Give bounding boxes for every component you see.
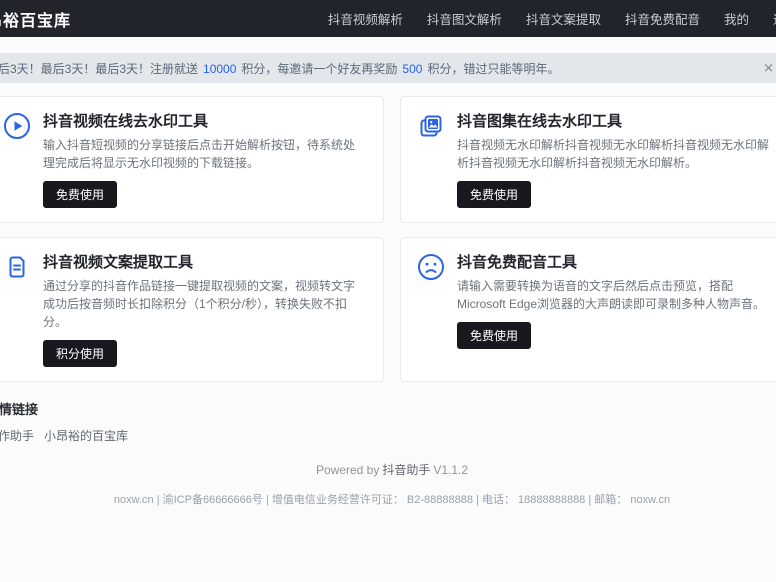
card-title: 抖音免费配音工具 [457, 254, 578, 271]
card-image-watermark: 抖音图集在线去水印工具 抖音视频无水印解析抖音视频无水印解析抖音视频无水印解析抖… [400, 96, 776, 223]
free-use-button[interactable]: 免费使用 [457, 322, 532, 349]
tool-card-grid: 抖音视频在线去水印工具 输入抖音短视频的分享链接后点击开始解析按钮，待系统处理完… [0, 96, 776, 382]
powered-by-app-link[interactable]: 抖音助手 [382, 463, 430, 477]
nav-item-free-dub[interactable]: 抖音免费配音 [625, 9, 700, 28]
nav-item-video-parse[interactable]: 抖音视频解析 [328, 9, 403, 28]
promo-banner: 最后3天！最后3天！最后3天！注册就送 10000 积分，每邀请一个好友再奖励 500… [0, 53, 776, 83]
card-description: 输入抖音短视频的分享链接后点击开始解析按钮，待系统处理完成后将显示无水印视频的下… [43, 138, 356, 170]
card-free-dub: 抖音免费配音工具 请输入需要转换为语音的文字后然后点击预览，搭配Microsof… [400, 237, 776, 382]
main-nav: 抖音视频解析 抖音图文解析 抖音文案提取 抖音免费配音 我的 退出 [328, 9, 776, 28]
image-gallery-icon [417, 110, 445, 208]
top-header-bar: 昂裕百宝库 抖音视频解析 抖音图文解析 抖音文案提取 抖音免费配音 我的 退出 [0, 0, 776, 37]
powered-by-prefix: Powered by [315, 463, 380, 477]
close-icon[interactable]: ✕ [763, 62, 774, 75]
powered-by-version: V1.1.2 [433, 463, 469, 477]
sad-face-icon [417, 251, 445, 367]
card-text-extract: 抖音视频文案提取工具 通过分享的抖音作品链接一键提取视频的文案，视频转文字成功后… [0, 237, 384, 382]
play-circle-icon [3, 110, 31, 208]
footer: 友情链接 创作助手 小昂裕的百宝库 Powered by抖音助手V1.1.2 n… [0, 399, 776, 507]
free-use-button[interactable]: 免费使用 [43, 181, 118, 208]
nav-item-mine[interactable]: 我的 [724, 9, 749, 28]
friend-links: 创作助手 小昂裕的百宝库 [0, 427, 776, 444]
promo-banner-text: 最后3天！最后3天！最后3天！注册就送 10000 积分，每邀请一个好友再奖励 500… [0, 60, 559, 77]
promo-points-500: 500 [402, 61, 423, 76]
nav-item-text-extract[interactable]: 抖音文案提取 [526, 9, 601, 28]
promo-text-part1: 最后3天！最后3天！最后3天！注册就送 [0, 61, 199, 76]
card-description: 请输入需要转换为语音的文字后然后点击预览，搭配Microsoft Edge浏览器… [457, 279, 766, 311]
card-description: 抖音视频无水印解析抖音视频无水印解析抖音视频无水印解析抖音视频无水印解析抖音视频… [457, 138, 770, 170]
promo-points-10000: 10000 [203, 61, 237, 76]
friend-link-creator-helper[interactable]: 创作助手 [0, 427, 34, 444]
card-title: 抖音视频文案提取工具 [43, 254, 194, 271]
nav-item-image-parse[interactable]: 抖音图文解析 [427, 9, 502, 28]
friend-link-treasure-box[interactable]: 小昂裕的百宝库 [44, 427, 128, 444]
site-logo[interactable]: 昂裕百宝库 [0, 7, 71, 31]
card-title: 抖音视频在线去水印工具 [43, 113, 209, 130]
card-title: 抖音图集在线去水印工具 [457, 113, 623, 130]
card-video-watermark: 抖音视频在线去水印工具 输入抖音短视频的分享链接后点击开始解析按钮，待系统处理完… [0, 96, 384, 223]
promo-text-part2: 积分，每邀请一个好友再奖励 [241, 61, 398, 76]
document-icon [3, 251, 31, 367]
promo-text-part3: 积分，错过只能等明年。 [427, 61, 560, 76]
friend-links-title: 友情链接 [0, 402, 39, 417]
powered-by-line: Powered by 抖音助手 V1.1.2 [0, 461, 776, 478]
free-use-button[interactable]: 免费使用 [457, 181, 532, 208]
points-use-button[interactable]: 积分使用 [43, 340, 118, 367]
card-description: 通过分享的抖音作品链接一键提取视频的文案，视频转文字成功后按音频时长扣除积分（1… [43, 279, 356, 329]
icp-record-line: noxw.cn | 渝ICP备66666666号 | 增值电信业务经营许可证： … [113, 494, 671, 506]
